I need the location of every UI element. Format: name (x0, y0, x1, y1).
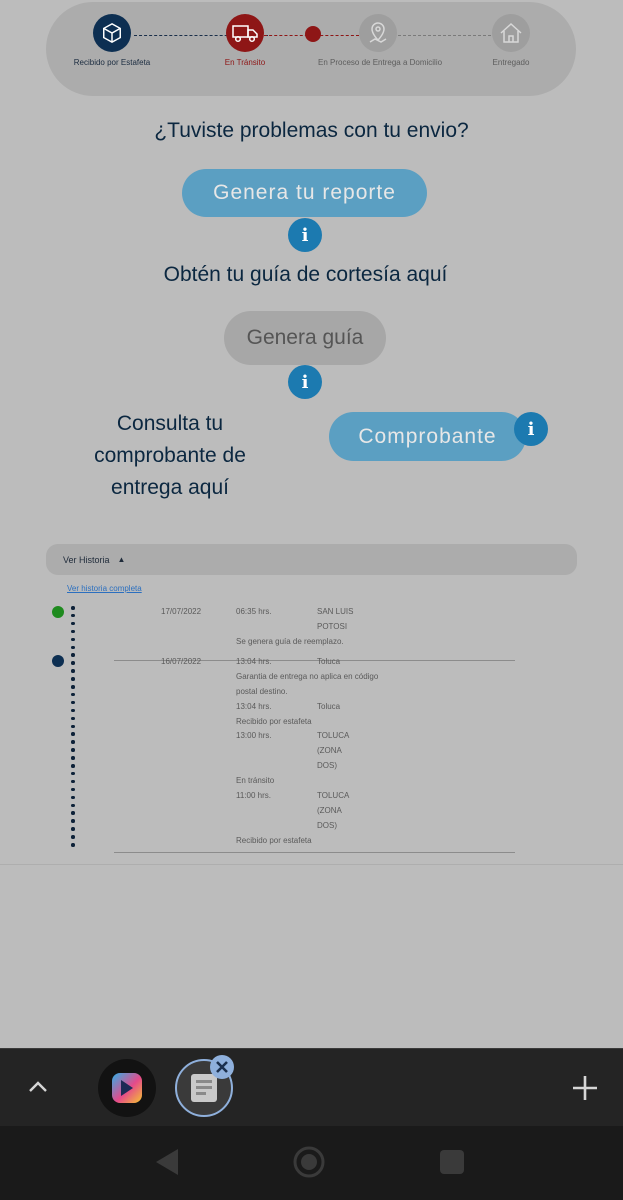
history-place: SAN LUIS (317, 607, 354, 616)
page-content: Recibido por Estafeta En Tránsito En Pro… (0, 0, 623, 1048)
back-icon[interactable] (154, 1148, 180, 1181)
app-switcher-bar (0, 1048, 623, 1127)
timeline-dot (71, 645, 75, 649)
status-dot-current (52, 606, 64, 618)
history-time: 13:04 hrs. (236, 702, 272, 711)
history-separator (114, 852, 515, 853)
history-place: (ZONA (317, 806, 342, 815)
history-date: 16/07/2022 (161, 657, 202, 666)
timeline-dot (71, 700, 75, 705)
proof-question-line: comprobante de (94, 444, 246, 467)
timeline-dot (71, 613, 75, 618)
timeline-dot (71, 756, 75, 760)
timeline-dot (71, 669, 75, 673)
timeline-dot (71, 724, 75, 728)
divider (0, 864, 623, 865)
full-history-link[interactable]: Ver historia completa (67, 584, 142, 593)
report-question: ¿Tuviste problemas con tu envio? (154, 119, 469, 142)
plus-icon[interactable] (572, 1075, 598, 1101)
timeline-dot (71, 685, 75, 689)
timeline-dot (71, 787, 75, 792)
timeline-dot (71, 740, 75, 744)
history-place: Toluca (317, 702, 341, 711)
timeline-dot (71, 708, 75, 713)
app-launcher-button[interactable] (98, 1059, 156, 1117)
history-place: Toluca (317, 657, 341, 666)
house-icon (492, 14, 530, 52)
proof-of-delivery-button[interactable]: Comprobante (329, 412, 526, 461)
home-icon[interactable] (292, 1145, 326, 1184)
history-description: Se genera guía de reemplazo. (236, 637, 344, 646)
timeline-dot (71, 629, 75, 634)
history-description: Garantia de entrega no aplica en código (236, 672, 379, 681)
timeline-dot (71, 692, 75, 697)
timeline-dot (71, 661, 75, 665)
timeline-dot (71, 716, 75, 721)
info-icon[interactable]: i (514, 412, 548, 446)
history-time: 13:04 hrs. (236, 657, 272, 666)
status-dot-past (52, 655, 64, 667)
info-icon[interactable]: i (288, 365, 322, 399)
step-label: En Tránsito (224, 58, 266, 67)
history-description: Recibido por estafeta (236, 717, 312, 726)
shipment-tracker: Recibido por Estafeta En Tránsito En Pro… (46, 2, 576, 96)
history-place: DOS) (317, 761, 337, 770)
timeline-dot (71, 771, 75, 776)
close-icon[interactable] (210, 1055, 234, 1079)
history-time: 06:35 hrs. (236, 607, 272, 616)
step-delivery-process: En Proceso de Entrega a Domicilio (318, 14, 443, 67)
timeline-dot (71, 811, 75, 815)
timeline-dot (71, 621, 75, 626)
timeline-dot (71, 606, 75, 610)
page-thumbnail-icon (191, 1074, 217, 1102)
history-description: Recibido por estafeta (236, 836, 312, 845)
recents-icon[interactable] (440, 1150, 464, 1174)
step-label: En Proceso de Entrega a Domicilio (318, 58, 443, 67)
app-icon (112, 1073, 142, 1103)
chevron-up-icon: ▲ (117, 555, 126, 564)
system-navigation-bar (0, 1126, 623, 1200)
map-pin-icon (359, 14, 397, 52)
timeline-dot (71, 748, 75, 752)
box-icon (93, 14, 131, 52)
history-time: 11:00 hrs. (236, 791, 271, 800)
timeline-dot (71, 843, 75, 847)
timeline-dot (71, 795, 75, 800)
timeline-dot (71, 779, 75, 784)
timeline-dot (71, 835, 75, 839)
proof-question-line: entrega aquí (111, 476, 229, 499)
history-place: (ZONA (317, 746, 342, 755)
history-place: TOLUCA (317, 731, 350, 740)
timeline-dot (71, 677, 75, 681)
timeline-dot (71, 764, 75, 768)
step-label: Recibido por Estafeta (73, 58, 151, 67)
history-toggle[interactable]: Ver Historia ▲ (46, 544, 577, 575)
truck-icon (226, 14, 264, 52)
timeline-dot (71, 827, 75, 831)
timeline-dot (71, 637, 75, 642)
history-place: DOS) (317, 821, 337, 830)
history-description: postal destino. (236, 687, 288, 696)
courtesy-guide-question: Obtén tu guía de cortesía aquí (163, 263, 448, 286)
generate-guide-button[interactable]: Genera guía (224, 311, 386, 365)
info-icon[interactable]: i (288, 218, 322, 252)
step-label: Entregado (492, 58, 530, 67)
timeline-dot (71, 653, 75, 657)
history-time: 13:00 hrs. (236, 731, 272, 740)
history-date: 17/07/2022 (161, 607, 202, 616)
chevron-up-icon[interactable] (26, 1075, 50, 1099)
proof-question: Consulta tu comprobante de entrega aquí (70, 408, 270, 504)
step-in-transit: En Tránsito (185, 14, 305, 67)
history-toggle-label: Ver Historia (63, 554, 110, 565)
timeline-dot (71, 732, 75, 736)
step-delivered: Entregado (451, 14, 571, 67)
history-description: En tránsito (236, 776, 275, 785)
history-place: TOLUCA (317, 791, 350, 800)
step-received: Recibido por Estafeta (52, 14, 172, 67)
history-place: POTOSI (317, 622, 348, 631)
proof-question-line: Consulta tu (116, 412, 224, 435)
timeline-dot (71, 803, 75, 807)
timeline-dot (71, 819, 75, 823)
generate-report-button[interactable]: Genera tu reporte (182, 169, 427, 217)
